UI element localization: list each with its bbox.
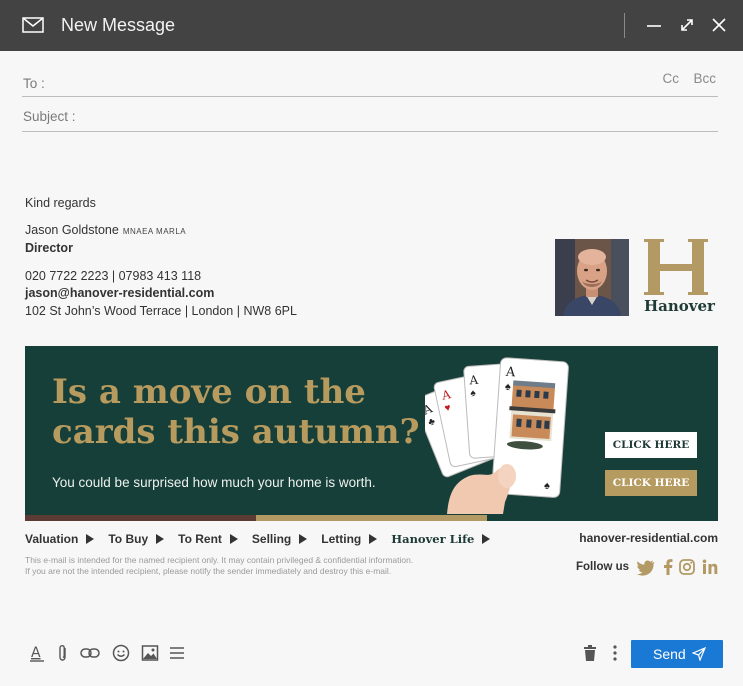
trash-icon[interactable]	[580, 643, 600, 663]
nav-item-selling[interactable]: Selling	[251, 532, 308, 546]
signature-name: Jason Goldstone	[25, 223, 119, 237]
cc-button[interactable]: Cc	[663, 71, 680, 86]
disclaimer-line: If you are not the intended recipient, p…	[25, 566, 392, 576]
svg-text:♠: ♠	[505, 381, 512, 393]
minimize-icon[interactable]	[645, 16, 663, 34]
close-icon[interactable]	[710, 16, 728, 34]
instagram-icon[interactable]	[677, 557, 697, 577]
nav-label: Valuation	[25, 532, 79, 546]
signature-role: Director	[25, 241, 73, 255]
nav-label: To Buy	[108, 532, 149, 546]
title-bar: New Message	[0, 0, 743, 51]
nav-label: To Rent	[178, 532, 222, 546]
email-disclaimer: This e-mail is intended for the named re…	[25, 555, 413, 577]
disclaimer-line: This e-mail is intended for the named re…	[25, 555, 414, 565]
nav-item-letting[interactable]: Letting	[321, 532, 378, 546]
click-here-button-primary[interactable]: CLICK HERE	[605, 432, 697, 458]
expand-icon[interactable]	[678, 16, 696, 34]
footer-nav: Valuation To Buy To Rent Selling Letting…	[25, 531, 504, 547]
banner-headline-line2: cards this autumn?	[52, 412, 420, 452]
svg-text:A: A	[31, 645, 41, 661]
link-icon[interactable]	[80, 643, 100, 663]
subject-input[interactable]	[88, 106, 648, 126]
banner-stripe-gold	[256, 515, 487, 521]
bcc-button[interactable]: Bcc	[693, 71, 716, 86]
svg-text:A: A	[504, 365, 516, 381]
nav-item-hanover-life[interactable]: Hanover Life	[391, 532, 491, 546]
play-arrow-icon	[369, 534, 378, 544]
send-icon	[692, 647, 706, 661]
facebook-icon[interactable]	[658, 557, 678, 577]
nav-label: Letting	[321, 532, 362, 546]
format-text-icon[interactable]: A	[27, 643, 47, 663]
subject-label: Subject :	[23, 109, 76, 124]
play-arrow-icon	[299, 534, 308, 544]
signature-name-line: Jason Goldstone MNAEA MARLA	[25, 223, 186, 237]
website-link[interactable]: hanover-residential.com	[579, 531, 718, 545]
titlebar-divider	[624, 13, 625, 38]
nav-item-to-rent[interactable]: To Rent	[178, 532, 238, 546]
hanover-logo: Hanover	[642, 237, 718, 317]
image-icon[interactable]	[140, 643, 160, 663]
banner-headline: Is a move on the cards this autumn?	[52, 372, 420, 452]
more-options-icon[interactable]	[605, 643, 625, 663]
mail-icon	[22, 17, 44, 33]
subject-field: Subject :	[22, 103, 718, 132]
svg-text:A: A	[468, 373, 479, 388]
play-arrow-icon	[86, 534, 95, 544]
to-input[interactable]	[82, 73, 642, 93]
nav-item-to-buy[interactable]: To Buy	[108, 532, 165, 546]
twitter-icon[interactable]	[636, 557, 656, 577]
play-arrow-icon	[156, 534, 165, 544]
nav-label: Selling	[251, 532, 292, 546]
promo-banner[interactable]: Is a move on the cards this autumn? You …	[25, 346, 718, 521]
svg-text:♠: ♠	[544, 480, 551, 492]
signature-email[interactable]: jason@hanover-residential.com	[25, 286, 214, 300]
emoji-icon[interactable]	[111, 643, 131, 663]
window-title: New Message	[61, 15, 176, 35]
to-label: To :	[23, 76, 45, 91]
more-format-icon[interactable]	[167, 643, 187, 663]
attach-icon[interactable]	[53, 643, 73, 663]
banner-stripe-green	[487, 515, 718, 521]
nav-item-valuation[interactable]: Valuation	[25, 532, 95, 546]
logo-wordmark: Hanover	[644, 297, 715, 315]
banner-headline-line1: Is a move on the	[52, 372, 366, 412]
linkedin-icon[interactable]	[700, 557, 720, 577]
to-field: To : Cc Bcc	[22, 70, 718, 97]
playing-cards-image: A ♣ A ♥ A ♠ A ♠ ♠	[425, 357, 569, 514]
click-here-button-secondary[interactable]: CLICK HERE	[605, 470, 697, 496]
signature-credentials: MNAEA MARLA	[122, 227, 187, 236]
follow-us-label: Follow us	[576, 561, 630, 573]
signature-phones: 020 7722 2223 | 07983 413 118	[25, 269, 202, 283]
signature-address: 102 St John’s Wood Terrace | London | NW…	[25, 304, 297, 318]
signature-closing: Kind regards	[25, 196, 96, 210]
banner-stripe-brown	[25, 515, 256, 521]
send-button[interactable]: Send	[631, 640, 723, 668]
profile-photo	[555, 239, 629, 316]
banner-subtext: You could be surprised how much your hom…	[52, 475, 376, 490]
nav-label: Hanover Life	[391, 532, 475, 546]
send-label: Send	[653, 646, 686, 662]
play-arrow-icon	[229, 534, 238, 544]
play-arrow-icon	[482, 534, 491, 544]
